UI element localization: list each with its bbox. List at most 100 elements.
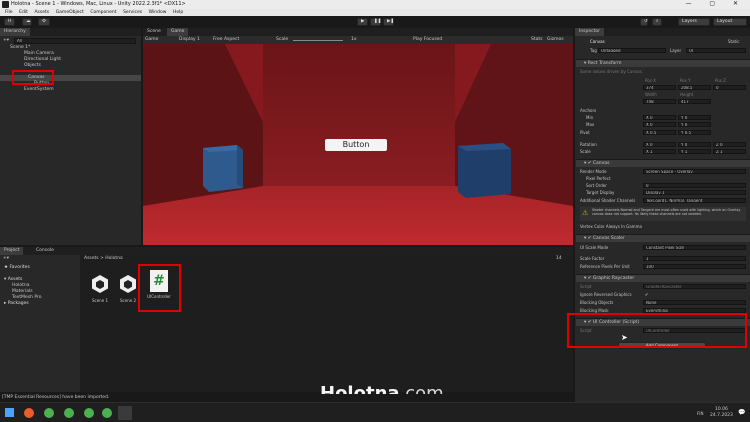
object-name-field[interactable]: Canvas xyxy=(590,39,605,44)
unity-scene-icon xyxy=(92,275,108,293)
tab-console[interactable]: Console xyxy=(32,247,58,255)
unity-logo-icon xyxy=(2,1,9,8)
menu-gameobject[interactable]: GameObject xyxy=(56,10,84,15)
rot-z-field[interactable]: Z 0 xyxy=(713,142,746,147)
menu-help[interactable]: Help xyxy=(173,10,183,15)
history-icon[interactable]: ↺ xyxy=(640,18,648,26)
graphic-raycaster-header[interactable]: ▾ ✔ Graphic Raycaster xyxy=(576,274,750,282)
search-icon[interactable]: ⌕ xyxy=(652,18,662,26)
max-x-field[interactable]: X 0 xyxy=(643,122,676,127)
title-bar: Holotna - Scene 1 - Windows, Mac, Linux … xyxy=(0,0,750,9)
play-button[interactable]: ▶ xyxy=(357,18,368,26)
anchors-label[interactable]: Anchors xyxy=(580,108,596,113)
min-x-field[interactable]: X 0 xyxy=(643,115,676,120)
height-field[interactable]: 417 xyxy=(678,99,711,104)
pos-z-field[interactable]: 0 xyxy=(713,85,746,90)
ui-scale-mode-dropdown[interactable]: Constant Pixel Size xyxy=(643,245,746,250)
menu-services[interactable]: Services xyxy=(123,10,142,15)
render-mode-dropdown[interactable]: Screen Space - Overlay xyxy=(643,169,746,174)
collab-icon[interactable]: ⚙ xyxy=(38,18,50,26)
language-indicator[interactable]: FIN xyxy=(697,411,703,416)
menu-edit[interactable]: Edit xyxy=(19,10,28,15)
stats-button[interactable]: Stats xyxy=(531,37,543,43)
warning-icon: ⚠ xyxy=(582,209,589,217)
pos-x-field[interactable]: 374 xyxy=(643,85,676,90)
canvas-component-header[interactable]: ▾ ✔ Canvas xyxy=(576,159,750,167)
tab-hierarchy[interactable]: Hierarchy xyxy=(0,28,30,36)
pivot-x-field[interactable]: X 0.5 xyxy=(643,130,676,135)
display-dropdown[interactable]: Display 1 xyxy=(179,37,200,43)
breadcrumb-holotna[interactable]: Holotna xyxy=(105,256,123,261)
blocking-objects-dropdown[interactable]: None xyxy=(643,300,746,305)
firefox-icon[interactable] xyxy=(24,408,34,418)
layers-dropdown[interactable]: Layers xyxy=(678,18,710,26)
hierarchy-item-eventsystem[interactable]: EventSystem xyxy=(24,87,54,93)
target-display-label: Target Display xyxy=(586,190,615,195)
tab-inspector[interactable]: Inspector xyxy=(575,28,604,36)
max-y-field[interactable]: Y 0 xyxy=(678,122,711,127)
scale-slider[interactable] xyxy=(293,40,343,41)
windows-start-icon[interactable] xyxy=(5,408,14,417)
canvas-scaler-header[interactable]: ▾ ✔ Canvas Scaler xyxy=(576,234,750,242)
height-label: Height xyxy=(680,92,694,97)
play-focused-dropdown[interactable]: Play Focused xyxy=(413,37,442,43)
min-label: Min xyxy=(586,115,594,120)
scale-y-field[interactable]: Y 1 xyxy=(678,149,711,154)
menu-window[interactable]: Window xyxy=(149,10,167,15)
ref-ppu-field[interactable]: 100 xyxy=(643,264,746,269)
add-asset-icon[interactable]: +▾ xyxy=(3,256,9,262)
pause-button[interactable]: ❚❚ xyxy=(370,18,382,26)
chrome-icon[interactable] xyxy=(64,408,74,418)
cloud-icon[interactable]: ☁ xyxy=(22,18,32,26)
menu-file[interactable]: File xyxy=(5,10,13,15)
asset-scene-2[interactable]: Scene 2 xyxy=(117,274,139,303)
hierarchy-item-objects[interactable]: Objects xyxy=(24,63,41,69)
scale-factor-field[interactable]: 1 xyxy=(643,256,746,261)
menu-assets[interactable]: Assets xyxy=(34,10,49,15)
shader-channels-dropdown[interactable]: TexCoord1, Normal, Tangent xyxy=(643,198,746,203)
hierarchy-panel: Hierarchy All +▾ Scene 1* Main Camera Di… xyxy=(0,28,141,245)
scale-x-field[interactable]: X 1 xyxy=(643,149,676,154)
ignore-reversed-checkbox[interactable]: ✔ xyxy=(645,292,648,297)
hierarchy-search-input[interactable]: All xyxy=(14,38,136,44)
target-display-dropdown[interactable]: Display 1 xyxy=(643,190,746,195)
game-view[interactable]: Button xyxy=(143,44,573,245)
scale-z-field[interactable]: Z 1 xyxy=(713,149,746,154)
notification-icon[interactable]: 💬 xyxy=(738,409,745,416)
rect-transform-header[interactable]: ▾ Rect Transform xyxy=(576,59,750,67)
window-controls[interactable]: — ▢ ✕ xyxy=(685,0,746,7)
pivot-y-field[interactable]: Y 0.5 xyxy=(678,130,711,135)
game-mode-dropdown[interactable]: Game xyxy=(145,37,158,43)
account-button[interactable]: H xyxy=(4,18,16,26)
tab-project[interactable]: Project xyxy=(0,247,24,255)
chrome-icon[interactable] xyxy=(102,408,112,418)
breadcrumb-assets[interactable]: Assets xyxy=(84,256,99,261)
tag-dropdown[interactable]: Untagged xyxy=(598,48,666,53)
step-button[interactable]: ▶❚ xyxy=(383,18,394,26)
chrome-icon[interactable] xyxy=(44,408,54,418)
status-message[interactable]: [TMP Essential Resources] have been impo… xyxy=(2,395,109,401)
chrome-icon[interactable] xyxy=(84,408,94,418)
layout-dropdown[interactable]: Layout xyxy=(713,18,747,26)
aspect-dropdown[interactable]: Free Aspect xyxy=(213,37,239,43)
scale-value: 1x xyxy=(351,37,357,42)
unity-taskbar-icon[interactable] xyxy=(118,406,132,420)
gizmos-button[interactable]: Gizmos xyxy=(547,37,564,43)
layer-dropdown[interactable]: UI xyxy=(686,48,746,53)
tab-game[interactable]: Game xyxy=(167,28,189,36)
add-icon[interactable]: +▾ xyxy=(3,38,9,44)
pos-y-field[interactable]: 208.5 xyxy=(678,85,711,90)
ui-button[interactable]: Button xyxy=(325,139,387,151)
width-field[interactable]: 748 xyxy=(643,99,676,104)
tree-favorites[interactable]: ★ Favorites xyxy=(4,265,30,271)
menu-component[interactable]: Component xyxy=(90,10,116,15)
tree-packages[interactable]: ▸ Packages xyxy=(4,301,29,307)
clock[interactable]: 10.06 24.7.2023 xyxy=(710,407,733,419)
min-y-field[interactable]: Y 0 xyxy=(678,115,711,120)
tab-scene[interactable]: Scene xyxy=(143,28,165,36)
asset-scene-1[interactable]: Scene 1 xyxy=(89,274,111,303)
static-toggle[interactable]: Static xyxy=(728,39,739,44)
rot-y-field[interactable]: Y 0 xyxy=(678,142,711,147)
sort-order-field[interactable]: 0 xyxy=(643,183,746,188)
rot-x-field[interactable]: X 0 xyxy=(643,142,676,147)
